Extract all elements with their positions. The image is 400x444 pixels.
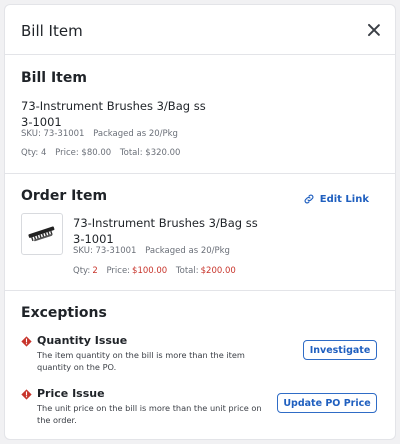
- order-item-sku: SKU: 73-31001: [73, 246, 137, 256]
- product-thumbnail: [21, 213, 63, 255]
- investigate-button[interactable]: Investigate: [303, 340, 377, 360]
- bill-item-price: Price: $80.00: [55, 148, 112, 158]
- order-item-price-value: $100.00: [132, 266, 168, 276]
- bill-item-packaged: Packaged as 20/Pkg: [93, 129, 178, 139]
- bill-item-name: 73-Instrument Brushes 3/Bag ss 3-1001: [21, 98, 206, 130]
- order-item-section: Order Item Edit Link 73-Instrument Brush…: [5, 175, 395, 291]
- order-item-totals-row: Qty: 2 Price: $100.00 Total: $200.00: [73, 266, 242, 276]
- order-item-name-line2: 3-1001: [73, 232, 114, 246]
- order-item-sku-row: SKU: 73-31001 Packaged as 20/Pkg: [73, 246, 236, 256]
- order-item-total-value: $200.00: [200, 266, 236, 276]
- bill-item-name-line1: 73-Instrument Brushes 3/Bag ss: [21, 99, 206, 113]
- bill-item-section: Bill Item 73-Instrument Brushes 3/Bag ss…: [5, 56, 395, 174]
- panel-header: Bill Item: [5, 5, 395, 55]
- bill-item-panel: Bill Item Bill Item 73-Instrument Brushe…: [4, 4, 396, 440]
- order-item-price-label: Price:: [106, 266, 131, 276]
- order-item-name: 73-Instrument Brushes 3/Bag ss 3-1001: [73, 215, 258, 247]
- close-icon[interactable]: [367, 23, 381, 37]
- bill-item-name-line2: 3-1001: [21, 115, 62, 129]
- exception-title: Quantity Issue: [37, 334, 128, 347]
- exception-description: The item quantity on the bill is more th…: [37, 350, 245, 372]
- order-item-qty-label: Qty:: [73, 266, 91, 276]
- order-item-qty-value: 2: [92, 266, 98, 276]
- order-item-heading: Order Item: [21, 188, 108, 204]
- bill-item-total: Total: $320.00: [119, 148, 181, 158]
- order-item-qty: Qty: 2: [73, 266, 98, 276]
- order-item-packaged: Packaged as 20/Pkg: [145, 246, 230, 256]
- bill-item-sku-row: SKU: 73-31001 Packaged as 20/Pkg: [21, 129, 184, 139]
- bill-item-heading: Bill Item: [21, 70, 87, 86]
- exception-quantity-issue: Quantity Issue The item quantity on the …: [21, 334, 381, 372]
- order-item-name-line1: 73-Instrument Brushes 3/Bag ss: [73, 216, 258, 230]
- warning-icon: [21, 336, 32, 347]
- order-item-price: Price: $100.00: [106, 266, 167, 276]
- bill-item-sku: SKU: 73-31001: [21, 129, 85, 139]
- exception-price-issue: Price Issue The unit price on the bill i…: [21, 387, 381, 425]
- exception-description: The unit price on the bill is more than …: [37, 403, 262, 425]
- exception-title: Price Issue: [37, 387, 105, 400]
- edit-link-button[interactable]: Edit Link: [303, 193, 369, 205]
- bill-item-totals-row: Qty: 4 Price: $80.00 Total: $320.00: [21, 148, 186, 158]
- edit-link-label: Edit Link: [319, 193, 369, 205]
- exceptions-section: Exceptions Quantity Issue The item quant…: [5, 292, 395, 439]
- exceptions-heading: Exceptions: [21, 305, 107, 321]
- panel-title: Bill Item: [21, 22, 83, 40]
- bill-item-qty: Qty: 4: [21, 148, 47, 158]
- update-po-price-button[interactable]: Update PO Price: [277, 393, 377, 413]
- order-item-total-label: Total:: [175, 266, 199, 276]
- warning-icon: [21, 389, 32, 400]
- link-icon: [304, 194, 314, 204]
- order-item-total: Total: $200.00: [176, 266, 236, 276]
